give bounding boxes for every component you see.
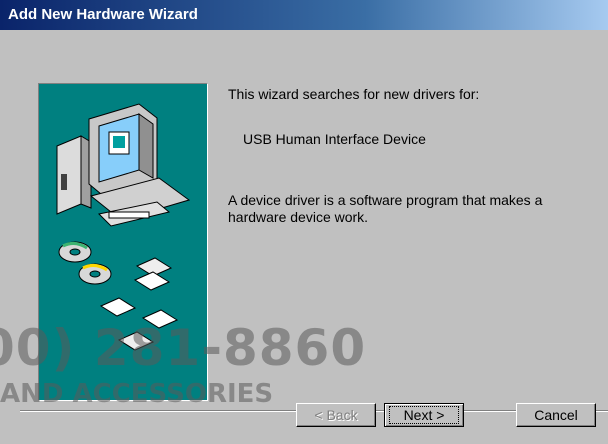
next-button[interactable]: Next > xyxy=(384,403,464,427)
watermark-phone: 00) 281-8860 xyxy=(0,319,367,377)
watermark-text: AND ACCESSORIES xyxy=(0,379,274,409)
intro-text: This wizard searches for new drivers for… xyxy=(228,86,480,102)
next-button-label: Next > xyxy=(388,406,460,424)
wizard-body: This wizard searches for new drivers for… xyxy=(0,30,608,444)
driver-description: A device driver is a software program th… xyxy=(228,192,543,225)
device-name: USB Human Interface Device xyxy=(243,131,426,147)
back-button[interactable]: < Back xyxy=(296,403,376,427)
title-bar[interactable]: Add New Hardware Wizard xyxy=(0,0,608,30)
cancel-button[interactable]: Cancel xyxy=(516,403,596,427)
window-title: Add New Hardware Wizard xyxy=(8,6,198,23)
